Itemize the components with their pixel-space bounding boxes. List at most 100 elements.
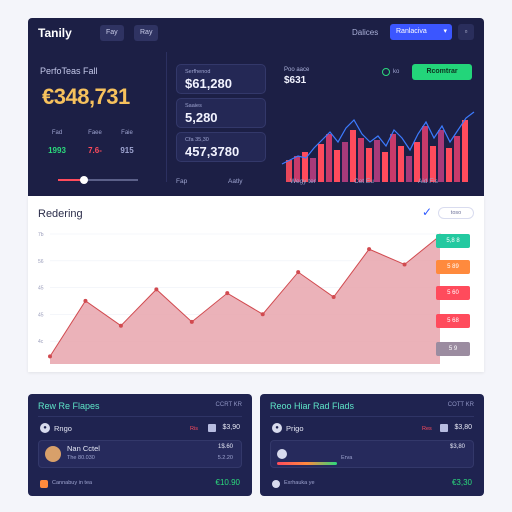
bar-line-chart xyxy=(281,111,475,182)
rendering-panel: Redering ✓ toso 7b 56 45 45 4c 5,8 8 5 89 5 … xyxy=(28,196,484,372)
action-button[interactable]: Rcomtrar xyxy=(412,64,472,80)
foot-value: €3,30 xyxy=(451,478,472,487)
card-title: Rew Re Flapes xyxy=(38,401,100,411)
header-link[interactable]: Dalices xyxy=(352,28,378,37)
data-point xyxy=(118,323,123,328)
data-point xyxy=(189,319,194,324)
row-tag: Ris xyxy=(190,426,198,432)
legend-pill-5[interactable]: 5 9 xyxy=(436,342,470,356)
bar xyxy=(430,146,436,182)
bar xyxy=(382,152,388,182)
tag-icon xyxy=(40,480,48,488)
circle-icon xyxy=(272,480,280,488)
data-point xyxy=(402,262,407,267)
row-label: Prigo xyxy=(286,424,304,433)
row-tag: Res xyxy=(422,426,432,432)
data-point xyxy=(296,270,301,275)
bar xyxy=(398,146,404,182)
filter-pill[interactable]: toso xyxy=(438,207,474,219)
radio-icon[interactable] xyxy=(382,68,390,76)
y-tick-label: 45 xyxy=(38,286,44,292)
bar-chart-label: Poo aace xyxy=(284,67,310,73)
bar xyxy=(374,140,380,182)
bar xyxy=(454,136,460,182)
radio-label: ko xyxy=(393,69,400,75)
bar xyxy=(446,148,452,182)
stat-label: Cfa 35,30 xyxy=(185,137,209,143)
legend-pill-3[interactable]: 5 60 xyxy=(436,286,470,300)
foot-label: Cannabuy in tea xyxy=(52,480,93,486)
bar xyxy=(422,126,428,182)
stat-card-3: Cfa 35,30 457,3780 xyxy=(176,132,266,162)
row-label: Rngo xyxy=(54,424,72,433)
bar xyxy=(462,120,468,182)
top-panel: Tanily Fay Ray Dalices Ranlaciva ▾ ▫ Per… xyxy=(28,18,484,196)
mini-col-value-3: 915 xyxy=(120,146,134,155)
mini-col-label-2: Faee xyxy=(88,130,102,136)
data-point xyxy=(48,354,52,359)
progress-bar xyxy=(277,462,337,465)
bar-chart-value: $631 xyxy=(284,75,307,86)
bar xyxy=(366,148,372,182)
square-icon[interactable]: ▫ xyxy=(458,24,474,40)
tab-2[interactable]: Ray xyxy=(134,25,159,41)
app-title: Tanily xyxy=(38,26,72,40)
bar xyxy=(350,130,356,182)
stat-label: Serfhenod xyxy=(185,69,211,75)
square-icon xyxy=(208,424,216,432)
slider-handle[interactable] xyxy=(80,176,89,184)
total-value: €348,731 xyxy=(42,84,130,109)
divider xyxy=(166,52,167,182)
mini-col-value-1: 1993 xyxy=(48,146,66,155)
mini-col-label-3: Faie xyxy=(121,130,133,136)
inner-row[interactable]: Nan Cctel The 80.030 1$.60 5.2.20 xyxy=(38,440,242,468)
inner-sub: The 80.030 xyxy=(67,455,95,461)
stat-value: $61,280 xyxy=(185,76,232,91)
header-select[interactable]: Ranlaciva ▾ xyxy=(390,24,452,40)
bar xyxy=(342,142,348,182)
bar xyxy=(406,156,412,182)
radio-icon[interactable] xyxy=(277,449,287,459)
data-point xyxy=(154,287,159,292)
stat-value: 5,280 xyxy=(185,110,218,125)
chevron-down-icon: ▾ xyxy=(443,28,447,35)
y-tick-label: 4c xyxy=(38,339,44,345)
y-tick-label: 7b xyxy=(38,232,44,238)
card-link[interactable]: COTT KR xyxy=(448,402,474,408)
user-icon: ● xyxy=(272,423,282,433)
y-tick-label: 56 xyxy=(38,259,44,265)
data-point xyxy=(225,291,230,296)
inner-value: $3,80 xyxy=(449,444,465,450)
data-point xyxy=(83,298,88,303)
legend-pill-1[interactable]: 5,8 8 xyxy=(436,234,470,248)
top-bar: Tanily Fay Ray Dalices Ranlaciva ▾ ▫ xyxy=(28,18,484,48)
mini-col-value-2: 7.6- xyxy=(88,146,102,155)
mini-col-label-1: Fad xyxy=(51,130,63,136)
data-point xyxy=(260,312,265,317)
avatar xyxy=(45,446,61,462)
bar xyxy=(334,150,340,182)
card-link[interactable]: CCRT KR xyxy=(216,402,242,408)
user-icon: ● xyxy=(40,423,50,433)
bar xyxy=(438,130,444,182)
inner-value: 1$.60 xyxy=(217,444,233,450)
inner-row[interactable]: Erva $3,80 xyxy=(270,440,474,468)
legend-pill-2[interactable]: 5 89 xyxy=(436,260,470,274)
axis-label: Wegy ter xyxy=(290,178,316,185)
stat-value: 457,3780 xyxy=(185,144,240,159)
bar xyxy=(414,142,420,182)
header-select-label: Ranlaciva xyxy=(396,28,427,35)
axis-label: Fap xyxy=(176,178,188,185)
tab-1[interactable]: Fay xyxy=(100,25,124,41)
data-point xyxy=(331,295,336,299)
card-left: Rew Re Flapes CCRT KR ● Rngo Ris $3,90 N… xyxy=(28,394,252,496)
stat-card-2: Saaies 5,280 xyxy=(176,98,266,128)
check-icon[interactable]: ✓ xyxy=(422,205,432,219)
y-tick-label: 45 xyxy=(38,312,44,318)
legend-pill-4[interactable]: 5 68 xyxy=(436,314,470,328)
axis-label: Aid Fis xyxy=(418,178,438,185)
row-value: $3,90 xyxy=(222,424,240,431)
row-value: $3,80 xyxy=(454,424,472,431)
inner-value-2: 5.2.20 xyxy=(217,455,233,461)
axis-label: Cet Eu xyxy=(354,178,374,185)
